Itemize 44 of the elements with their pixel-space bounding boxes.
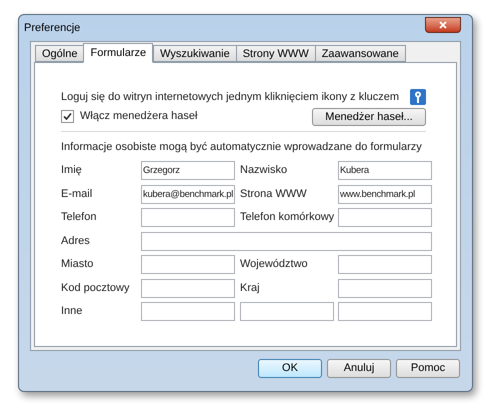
field-label: Kraj	[240, 280, 261, 296]
field-label: Kod pocztowy	[61, 280, 130, 296]
input-field[interactable]: www.benchmark.pl	[338, 184, 432, 204]
window-title: Preferencje	[24, 20, 80, 36]
close-button[interactable]	[425, 17, 461, 33]
description-text: Informacje osobiste mogą być automatycznie wprowadzane do formularzy	[61, 140, 423, 154]
tab[interactable]: Zaawansowane	[314, 45, 406, 62]
input-field[interactable]	[141, 208, 235, 227]
field-label: Inne	[61, 304, 84, 320]
field-label: Strona WWW	[240, 186, 308, 202]
field-label: Adres	[61, 234, 91, 249]
input-field[interactable]	[338, 302, 432, 321]
tab[interactable]: Formularze	[83, 43, 154, 63]
check-icon	[63, 112, 72, 121]
tab[interactable]: Ogólne	[35, 45, 84, 62]
dialog-button[interactable]: Anuluj	[327, 359, 391, 378]
input-field[interactable]	[141, 255, 235, 274]
tab[interactable]: Strony WWW	[236, 45, 316, 62]
input-field[interactable]	[338, 255, 432, 274]
tab[interactable]: Wyszukiwanie	[153, 45, 237, 62]
input-field[interactable]	[338, 278, 432, 298]
field-label: Telefon komórkowy	[240, 210, 336, 226]
field-label: Województwo	[240, 257, 309, 272]
input-field[interactable]	[141, 278, 235, 298]
input-field[interactable]: Kubera	[338, 161, 432, 180]
password-manager-button[interactable]: Menedżer haseł...	[312, 108, 426, 126]
field-label: Miasto	[61, 257, 94, 272]
close-icon	[439, 21, 447, 29]
dialog-button[interactable]: Pomoc	[396, 359, 460, 378]
dialog-button[interactable]: OK	[258, 359, 322, 378]
input-field[interactable]	[338, 208, 432, 227]
description-text: Loguj się do witryn internetowych jednym kliknięciem ikony z kluczem	[61, 90, 400, 105]
input-field[interactable]	[240, 302, 334, 321]
field-label: Imię	[61, 163, 83, 178]
input-field[interactable]	[141, 302, 235, 321]
field-label: Nazwisko	[240, 163, 288, 178]
key-icon	[410, 89, 426, 106]
input-field[interactable]: Grzegorz	[141, 161, 235, 180]
field-label: Telefon	[61, 210, 98, 226]
input-field[interactable]: kubera@benchmark.pl	[141, 184, 235, 204]
checkbox-label: Włącz menedżera haseł	[80, 109, 198, 124]
input-field[interactable]	[141, 232, 432, 250]
checkbox[interactable]	[61, 110, 74, 123]
field-label: E-mail	[61, 186, 94, 202]
